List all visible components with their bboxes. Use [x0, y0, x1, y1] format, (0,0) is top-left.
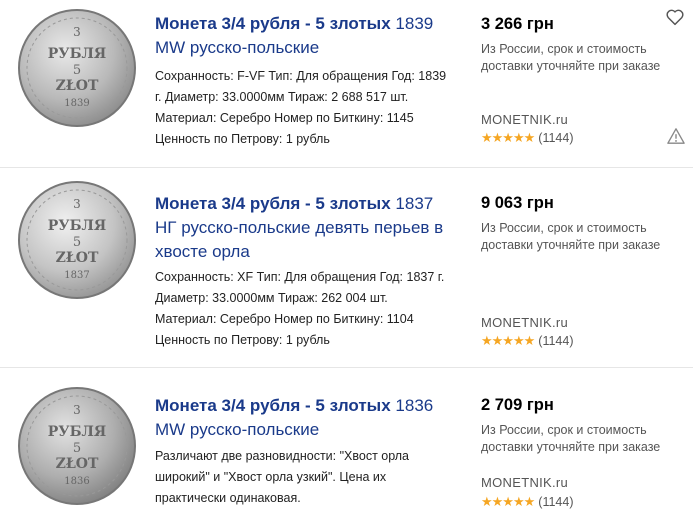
price: 3 266 грн	[481, 15, 554, 33]
desc-line: Материал: Серебро Номер по Биткину: 1104	[155, 312, 414, 326]
delivery-line: доставки уточняйте при заказе	[481, 238, 661, 252]
title-subtitle-cont: хвосте орла	[155, 242, 250, 261]
desc-line: Ценность по Петрову: 1 рубль	[155, 132, 330, 146]
rating-stars: ★★★★★	[481, 333, 535, 348]
rating-stars: ★★★★★	[481, 130, 535, 145]
desc-line: Ценность по Петрову: 1 рубль	[155, 333, 330, 347]
desc-line: Сохранность: XF Тип: Для обращения Год: …	[155, 270, 445, 284]
desc-line: Различают две разновидности: "Хвост орла	[155, 449, 410, 463]
coin-image[interactable]: 3 РУБЛЯ 5 ZŁOT 1839	[17, 8, 137, 128]
price: 9 063 грн	[481, 194, 554, 212]
title-subtitle: MW русско-польские	[155, 38, 320, 57]
coin-text-rub: РУБЛЯ	[48, 424, 107, 440]
title-subtitle: НГ русско-польские девять перьев в	[155, 218, 444, 237]
price: 2 709 грн	[481, 396, 554, 414]
reviews-count: (1144)	[538, 131, 574, 145]
rating-stars: ★★★★★	[481, 494, 535, 509]
delivery-line: Из России, срок и стоимость	[481, 221, 647, 235]
coin-text-five: 5	[73, 235, 81, 250]
delivery-info: Из России, срок и стоимость доставки уто…	[481, 422, 686, 456]
coin-text-zlot: ZŁOT	[56, 250, 99, 266]
delivery-info: Из России, срок и стоимость доставки уто…	[481, 41, 686, 75]
coin-text-rub: РУБЛЯ	[48, 218, 107, 234]
desc-line: практически одинаковая.	[155, 491, 301, 505]
title-year: 1836	[395, 396, 434, 415]
coin-text-rub: РУБЛЯ	[48, 46, 107, 62]
title-main: Монета 3/4 рубля - 5 злотых	[155, 14, 391, 33]
title-year: 1837	[395, 194, 434, 213]
desc-line: Сохранность: F-VF Тип: Для обращения Год…	[155, 69, 447, 83]
coin-text-top: 3	[73, 25, 81, 39]
delivery-info: Из России, срок и стоимость доставки уто…	[481, 220, 686, 254]
coin-text-zlot: ZŁOT	[56, 456, 99, 472]
title-main: Монета 3/4 рубля - 5 злотых	[155, 396, 391, 415]
coin-text-five: 5	[73, 441, 81, 456]
coin-image[interactable]: 3 РУБЛЯ 5 ZŁOT 1837	[17, 180, 137, 300]
reviews-count: (1144)	[538, 334, 574, 348]
coin-image[interactable]: 3 РУБЛЯ 5 ZŁOT 1836	[17, 386, 137, 506]
desc-line: Диаметр: 33.0000мм Тираж: 262 004 шт.	[155, 291, 388, 305]
result-description: Сохранность: F-VF Тип: Для обращения Год…	[155, 66, 460, 150]
delivery-line: Из России, срок и стоимость	[481, 42, 647, 56]
coin-text-year: 1839	[64, 98, 89, 109]
result-title-link[interactable]: Монета 3/4 рубля - 5 злотых 1839 MW русс…	[155, 12, 465, 60]
desc-line: г. Диаметр: 33.0000мм Тираж: 2 688 517 ш…	[155, 90, 409, 104]
delivery-line: доставки уточняйте при заказе	[481, 440, 661, 454]
desc-line: широкий" и "Хвост орла узкий". Цена их	[155, 470, 387, 484]
reviews-count: (1144)	[538, 495, 574, 509]
delivery-line: Из России, срок и стоимость	[481, 423, 647, 437]
coin-text-five: 5	[73, 63, 81, 78]
title-year: 1839	[395, 14, 434, 33]
warning-triangle-icon[interactable]	[667, 127, 685, 145]
shop-rating[interactable]: ★★★★★ (1144)	[481, 494, 574, 510]
shop-name-link[interactable]: MONETNIK.ru	[481, 112, 568, 127]
result-description: Различают две разновидности: "Хвост орла…	[155, 446, 460, 509]
result-title-link[interactable]: Монета 3/4 рубля - 5 злотых 1836 MW русс…	[155, 394, 465, 442]
coin-text-top: 3	[73, 197, 81, 211]
result-description: Сохранность: XF Тип: Для обращения Год: …	[155, 267, 460, 351]
coin-text-year: 1837	[64, 270, 89, 281]
title-main: Монета 3/4 рубля - 5 злотых	[155, 194, 391, 213]
title-subtitle: MW русско-польские	[155, 420, 320, 439]
divider	[0, 167, 693, 168]
divider	[0, 367, 693, 368]
delivery-line: доставки уточняйте при заказе	[481, 59, 661, 73]
desc-line: Материал: Серебро Номер по Биткину: 1145	[155, 111, 414, 125]
shop-rating[interactable]: ★★★★★ (1144)	[481, 333, 574, 349]
coin-text-top: 3	[73, 403, 81, 417]
result-title-link[interactable]: Монета 3/4 рубля - 5 злотых 1837 НГ русс…	[155, 192, 465, 264]
coin-text-zlot: ZŁOT	[56, 78, 99, 94]
coin-text-year: 1836	[64, 476, 89, 487]
shop-name-link[interactable]: MONETNIK.ru	[481, 475, 568, 490]
heart-icon[interactable]	[664, 6, 686, 28]
shop-rating[interactable]: ★★★★★ (1144)	[481, 130, 574, 146]
shop-name-link[interactable]: MONETNIK.ru	[481, 315, 568, 330]
